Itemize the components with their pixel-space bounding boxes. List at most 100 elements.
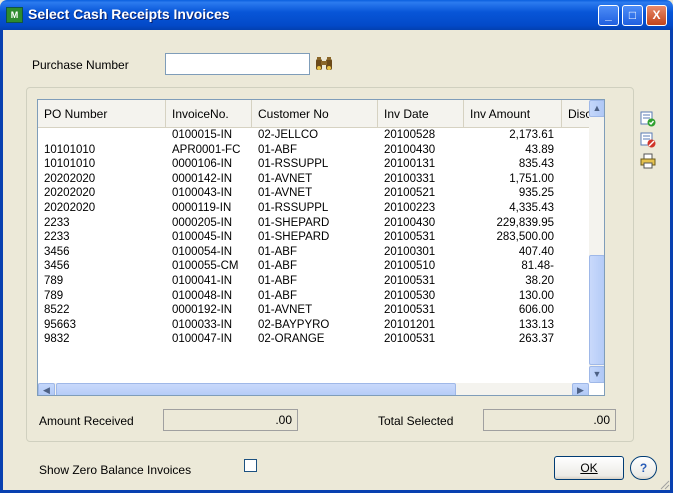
ok-button[interactable]: OK <box>554 456 624 480</box>
table-cell: 20100223 <box>384 201 436 214</box>
table-cell: 0000119-IN <box>172 201 232 214</box>
table-row[interactable]: 0100015-IN 02-JELLCO 20100528 2,173.61 <box>38 128 589 143</box>
table-cell: 20100430 <box>384 143 436 156</box>
show-zero-balance-checkbox[interactable] <box>244 459 257 472</box>
table-cell: 01-AVNET <box>258 172 313 185</box>
table-cell: 20202020 <box>44 172 96 185</box>
table-cell: 229,839.95 <box>496 216 554 229</box>
title-bar[interactable]: M Select Cash Receipts Invoices _ □ X <box>0 0 673 30</box>
table-cell: 20100510 <box>384 260 436 273</box>
print-icon[interactable] <box>640 153 656 169</box>
invoice-grid[interactable]: PO Number InvoiceNo. Customer No Inv Dat… <box>37 99 605 396</box>
table-cell: 20100521 <box>384 187 436 200</box>
table-cell: 01-ABF <box>258 245 297 258</box>
table-cell: 20100530 <box>384 289 436 302</box>
table-cell: 0100048-IN <box>172 289 233 302</box>
table-cell: APR0001-FC <box>172 143 241 156</box>
table-cell: 81.48- <box>521 260 554 273</box>
column-po-number[interactable]: PO Number <box>38 100 166 128</box>
column-discount[interactable]: Disc A <box>562 100 589 128</box>
table-cell: 935.25 <box>518 187 554 200</box>
table-cell: 407.40 <box>518 245 554 258</box>
table-row[interactable]: 3456 0100055-CM 01-ABF 20100510 81.48- <box>38 259 589 274</box>
table-cell: 38.20 <box>525 274 554 287</box>
table-cell: 01-ABF <box>258 260 297 273</box>
table-cell: 0000142-IN <box>172 172 233 185</box>
table-cell: 01-SHEPARD <box>258 231 330 244</box>
table-cell: 10101010 <box>44 143 96 156</box>
table-cell: 9832 <box>44 333 70 346</box>
scroll-left-button[interactable]: ◀ <box>38 383 55 395</box>
table-row[interactable]: 20202020 0100043-IN 01-AVNET 20100521 935.25 <box>38 186 589 201</box>
table-cell: 4,335.43 <box>509 201 554 214</box>
table-cell: 10101010 <box>44 158 96 171</box>
table-row[interactable]: 8522 0000192-IN 01-AVNET 20100531 606.00 <box>38 303 589 318</box>
clear-selection-icon[interactable] <box>640 132 656 148</box>
scroll-right-button[interactable]: ▶ <box>572 383 589 395</box>
table-cell: 43.89 <box>525 143 554 156</box>
table-cell: 01-RSSUPPL <box>258 158 329 171</box>
close-button[interactable]: X <box>646 5 667 26</box>
window-title: Select Cash Receipts Invoices <box>28 6 230 22</box>
select-all-icon[interactable] <box>640 111 656 127</box>
table-row[interactable]: 9832 0100047-IN 02-ORANGE 20100531 263.37 <box>38 332 589 347</box>
amount-received-label: Amount Received <box>39 414 134 428</box>
column-inv-date[interactable]: Inv Date <box>378 100 464 128</box>
column-customer-no[interactable]: Customer No <box>252 100 378 128</box>
vertical-scrollbar[interactable]: ▲ ▼ <box>589 100 604 383</box>
table-row[interactable]: 789 0100048-IN 01-ABF 20100530 130.00 <box>38 289 589 304</box>
horizontal-scrollbar[interactable]: ◀ ▶ <box>38 383 589 395</box>
purchase-number-input[interactable] <box>165 53 310 75</box>
table-cell: 2,173.61 <box>509 129 554 141</box>
table-cell: 20100531 <box>384 231 436 244</box>
minimize-button[interactable]: _ <box>598 5 619 26</box>
table-cell: 01-ABF <box>258 289 297 302</box>
table-cell: 0100043-IN <box>172 187 233 200</box>
table-cell: 20100531 <box>384 304 436 317</box>
table-cell: 20100131 <box>384 158 436 171</box>
grid-header: PO Number InvoiceNo. Customer No Inv Dat… <box>38 100 604 128</box>
column-invoice-no[interactable]: InvoiceNo. <box>166 100 252 128</box>
table-cell: 01-ABF <box>258 274 297 287</box>
help-button[interactable]: ? <box>630 456 657 480</box>
scroll-down-button[interactable]: ▼ <box>589 366 604 383</box>
table-row[interactable]: 95663 0100033-IN 02-BAYPYRO 20101201 133.13 <box>38 318 589 333</box>
table-cell: 02-ORANGE <box>258 333 325 346</box>
table-cell: 02-BAYPYRO <box>258 318 330 331</box>
table-row[interactable]: 10101010 0000106-IN 01-RSSUPPL 20100131 835.… <box>38 157 589 172</box>
table-cell: 789 <box>44 289 64 302</box>
table-cell: 8522 <box>44 304 70 317</box>
table-row[interactable]: 789 0100041-IN 01-ABF 20100531 38.20 <box>38 274 589 289</box>
resize-grip-icon[interactable] <box>658 478 670 490</box>
table-cell: 3456 <box>44 245 70 258</box>
table-cell: 3456 <box>44 260 70 273</box>
vertical-scroll-thumb[interactable] <box>589 255 604 365</box>
table-cell: 0100033-IN <box>172 318 233 331</box>
table-cell: 1,751.00 <box>509 172 554 185</box>
table-cell: 0100055-CM <box>172 260 239 273</box>
table-cell: 606.00 <box>518 304 554 317</box>
binoculars-icon[interactable] <box>315 56 333 72</box>
table-row[interactable]: 2233 0000205-IN 01-SHEPARD 20100430 229,839.… <box>38 216 589 231</box>
table-cell: 01-SHEPARD <box>258 216 330 229</box>
maximize-button[interactable]: □ <box>622 5 643 26</box>
table-row[interactable]: 2233 0100045-IN 01-SHEPARD 20100531 283,500.… <box>38 230 589 245</box>
table-row[interactable]: 10101010 APR0001-FC 01-ABF 20100430 43.89 <box>38 143 589 158</box>
table-cell: 0100054-IN <box>172 245 233 258</box>
table-cell: 95663 <box>44 318 76 331</box>
show-zero-balance-label: Show Zero Balance Invoices <box>39 463 192 477</box>
table-cell: 20202020 <box>44 187 96 200</box>
table-cell: 20202020 <box>44 201 96 214</box>
table-row[interactable]: 20202020 0000142-IN 01-AVNET 20100331 1,751.… <box>38 172 589 187</box>
column-inv-amount[interactable]: Inv Amount <box>464 100 562 128</box>
app-icon[interactable]: M <box>6 7 23 23</box>
horizontal-scroll-thumb[interactable] <box>56 383 456 395</box>
table-row[interactable]: 20202020 0000119-IN 01-RSSUPPL 20100223 4,33… <box>38 201 589 216</box>
table-cell: 01-AVNET <box>258 304 313 317</box>
table-cell: 01-RSSUPPL <box>258 201 329 214</box>
table-cell: 0000205-IN <box>172 216 233 229</box>
table-cell: 0100041-IN <box>172 274 233 287</box>
scroll-up-button[interactable]: ▲ <box>589 100 604 117</box>
table-row[interactable]: 3456 0100054-IN 01-ABF 20100301 407.40 <box>38 245 589 260</box>
amount-received-value: .00 <box>163 409 298 431</box>
